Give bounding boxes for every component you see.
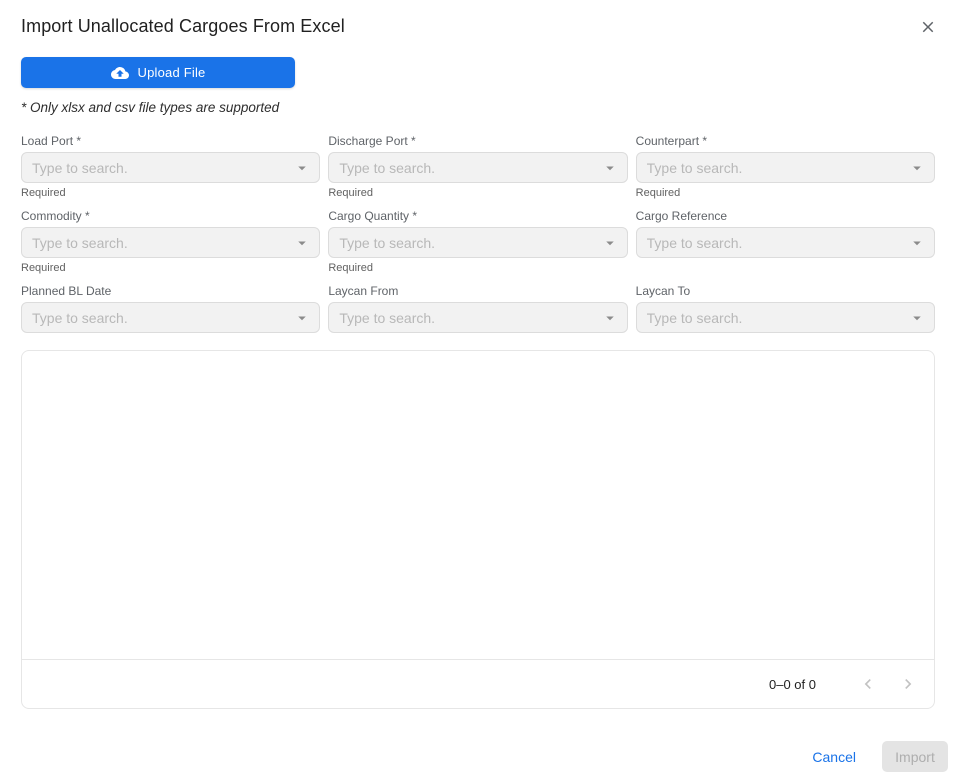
laycan-from-combobox[interactable] [328, 302, 627, 333]
cloud-upload-icon [111, 64, 129, 82]
page-title: Import Unallocated Cargoes From Excel [21, 16, 935, 37]
required-helper: Required [21, 262, 320, 274]
load-port-input[interactable] [32, 160, 293, 176]
field-planned-bl-date: Planned BL Date [21, 284, 320, 333]
counterpart-combobox[interactable] [636, 152, 935, 183]
field-counterpart: Counterpart * Required [636, 134, 935, 199]
discharge-port-combobox[interactable] [328, 152, 627, 183]
field-discharge-port: Discharge Port * Required [328, 134, 627, 199]
planned-bl-date-combobox[interactable] [21, 302, 320, 333]
pagination-range: 0–0 of 0 [769, 677, 816, 692]
previous-page-button[interactable] [854, 670, 882, 698]
cargo-reference-input[interactable] [647, 235, 908, 251]
upload-file-button[interactable]: Upload File [21, 57, 295, 88]
import-button[interactable]: Import [882, 741, 948, 772]
modal-actions: Cancel Import [0, 741, 956, 772]
dropdown-caret-icon[interactable] [601, 234, 619, 252]
field-label: Cargo Quantity * [328, 209, 627, 223]
discharge-port-input[interactable] [339, 160, 600, 176]
field-label: Commodity * [21, 209, 320, 223]
commodity-input[interactable] [32, 235, 293, 251]
chevron-left-icon [858, 674, 878, 694]
field-cargo-reference: Cargo Reference [636, 209, 935, 274]
modal-header: Import Unallocated Cargoes From Excel [0, 0, 956, 37]
field-label: Discharge Port * [328, 134, 627, 148]
field-laycan-from: Laycan From [328, 284, 627, 333]
field-commodity: Commodity * Required [21, 209, 320, 274]
required-helper: Required [328, 187, 627, 199]
table-empty-area [22, 351, 934, 659]
dropdown-caret-icon[interactable] [293, 234, 311, 252]
dropdown-caret-icon[interactable] [601, 159, 619, 177]
close-button[interactable] [916, 15, 940, 39]
dropdown-caret-icon[interactable] [601, 309, 619, 327]
dropdown-caret-icon[interactable] [908, 309, 926, 327]
modal-content: Upload File * Only xlsx and csv file typ… [0, 37, 956, 333]
cargo-quantity-combobox[interactable] [328, 227, 627, 258]
dropdown-caret-icon[interactable] [908, 234, 926, 252]
field-label: Load Port * [21, 134, 320, 148]
field-laycan-to: Laycan To [636, 284, 935, 333]
cargoes-table-panel: 0–0 of 0 [21, 350, 935, 709]
load-port-combobox[interactable] [21, 152, 320, 183]
cargo-quantity-input[interactable] [339, 235, 600, 251]
field-label: Laycan From [328, 284, 627, 298]
field-label: Counterpart * [636, 134, 935, 148]
counterpart-input[interactable] [647, 160, 908, 176]
laycan-from-input[interactable] [339, 310, 600, 326]
required-helper: Required [636, 187, 935, 199]
dropdown-caret-icon[interactable] [908, 159, 926, 177]
chevron-right-icon [898, 674, 918, 694]
required-helper: Required [21, 187, 320, 199]
cargo-reference-combobox[interactable] [636, 227, 935, 258]
field-load-port: Load Port * Required [21, 134, 320, 199]
field-label: Planned BL Date [21, 284, 320, 298]
laycan-to-input[interactable] [647, 310, 908, 326]
field-cargo-quantity: Cargo Quantity * Required [328, 209, 627, 274]
file-types-note: * Only xlsx and csv file types are suppo… [21, 100, 935, 115]
required-helper: Required [328, 262, 627, 274]
field-label: Laycan To [636, 284, 935, 298]
cargo-form: Load Port * Required Discharge Port * [21, 134, 935, 333]
upload-file-label: Upload File [138, 65, 206, 80]
field-label: Cargo Reference [636, 209, 935, 223]
table-pagination: 0–0 of 0 [22, 659, 934, 708]
cancel-button[interactable]: Cancel [810, 743, 858, 771]
dropdown-caret-icon[interactable] [293, 309, 311, 327]
planned-bl-date-input[interactable] [32, 310, 293, 326]
next-page-button[interactable] [894, 670, 922, 698]
commodity-combobox[interactable] [21, 227, 320, 258]
close-icon [919, 18, 937, 36]
laycan-to-combobox[interactable] [636, 302, 935, 333]
dropdown-caret-icon[interactable] [293, 159, 311, 177]
import-cargoes-modal: Import Unallocated Cargoes From Excel Up… [0, 0, 956, 777]
